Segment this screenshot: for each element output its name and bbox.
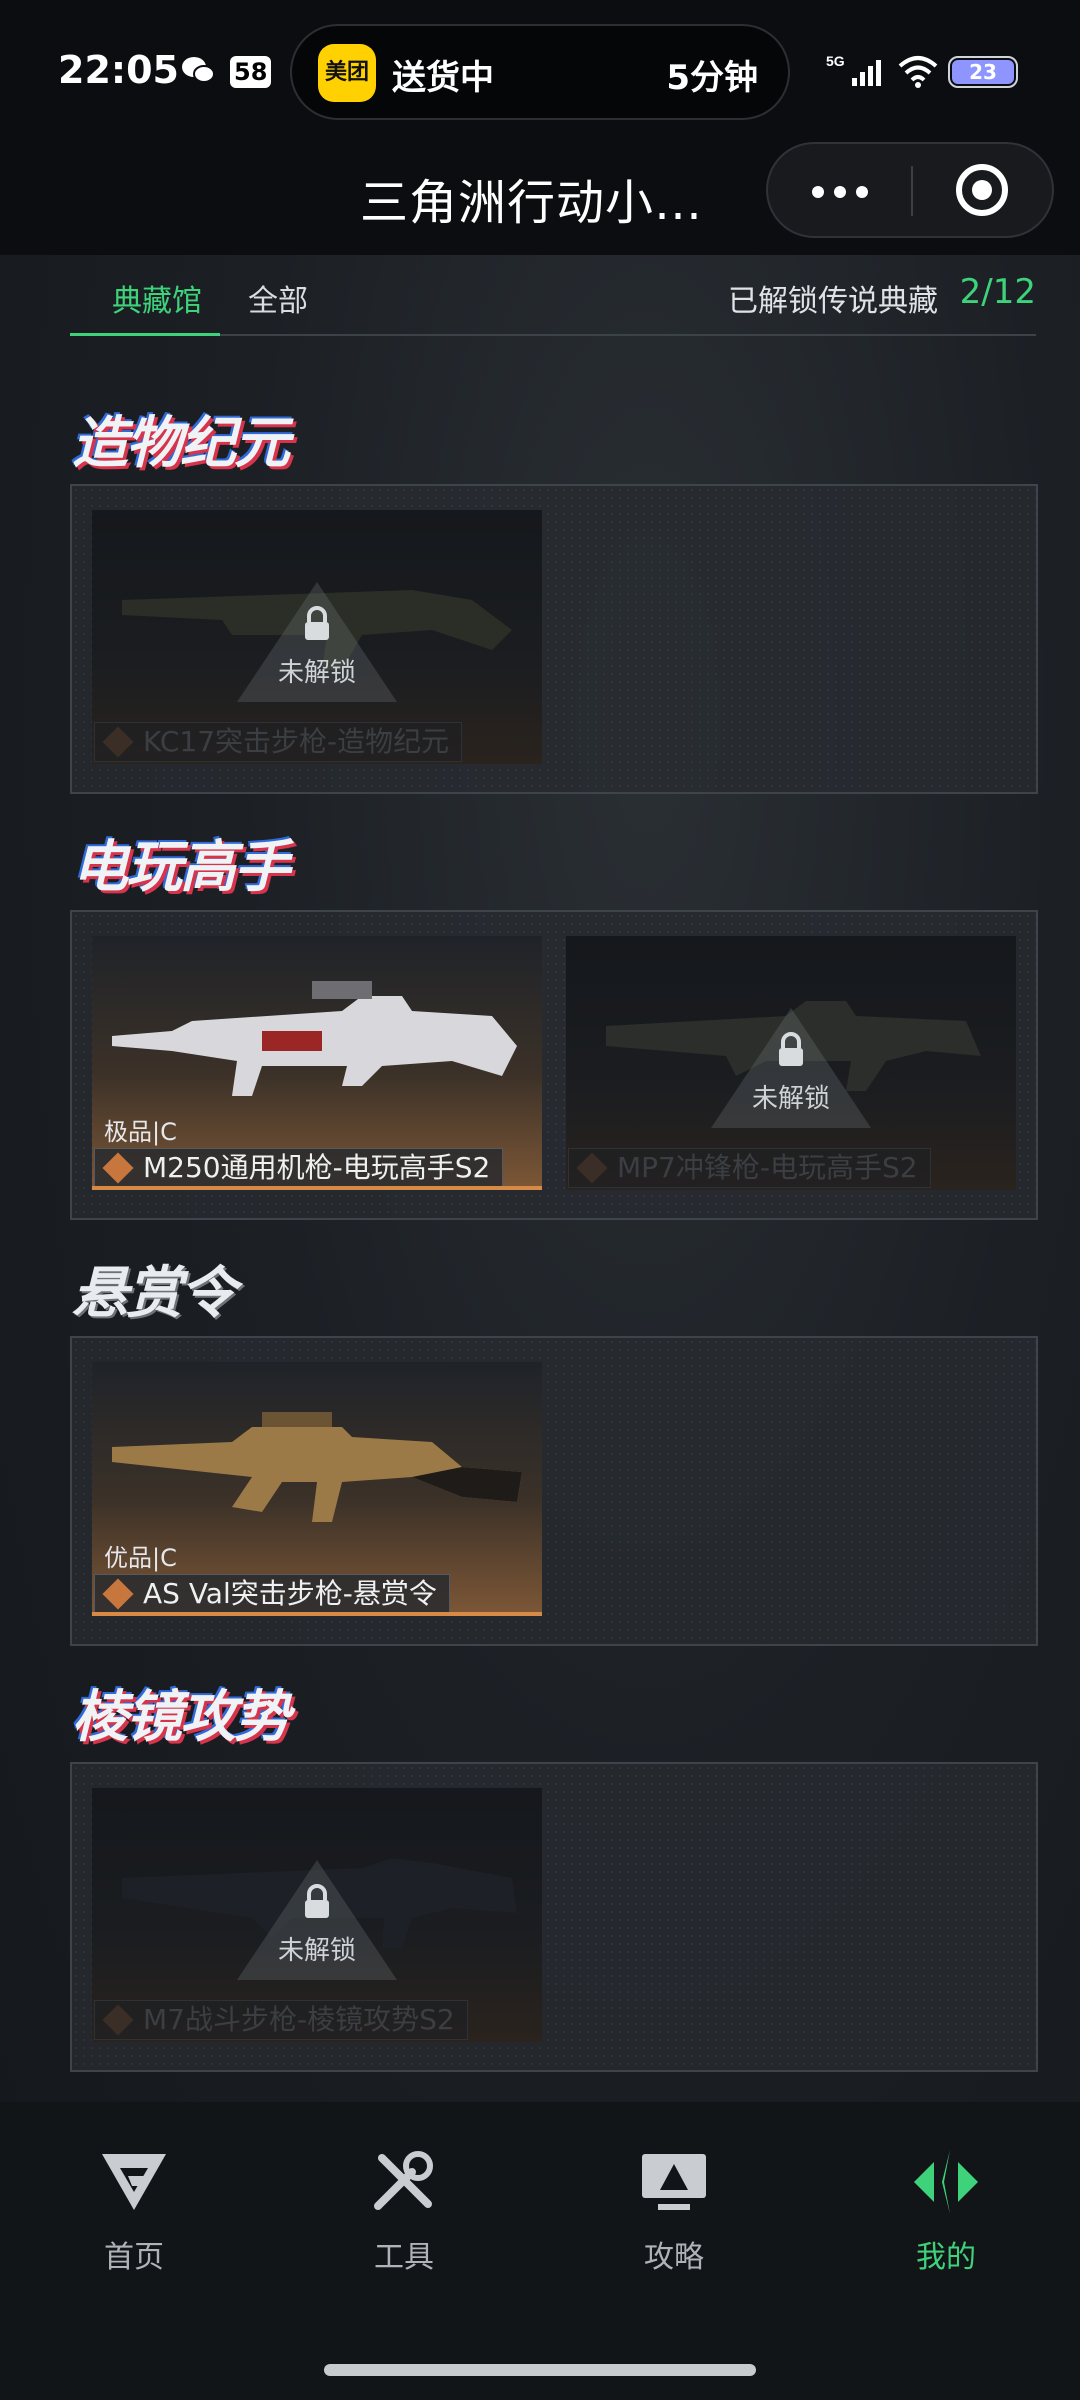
skin-name-tag: M7战斗步枪-棱镜攻势S2 (94, 2000, 468, 2040)
collection-tabs: 典藏馆 全部 已解锁传说典藏 2/12 (70, 256, 1036, 336)
delivery-live-activity[interactable]: 美团 送货中 5分钟 (290, 24, 790, 120)
nav-home-label: 首页 (104, 2240, 164, 2275)
miniprogram-capsule (766, 142, 1054, 238)
section-panel: 未解锁 KC17突击步枪-造物纪元 (70, 484, 1038, 794)
wifi-icon (898, 56, 938, 88)
unlocked-legendary-label: 已解锁传说典藏 (728, 284, 938, 319)
section-logo-prism-offensive: 棱镜攻势 (72, 1685, 290, 1750)
more-dot-icon (834, 186, 846, 198)
locked-label: 未解锁 (277, 1936, 356, 1966)
cellular-signal-icon: 5G (826, 53, 881, 86)
unlocked-legendary-count: 2/12 (959, 272, 1036, 312)
skin-name: MP7冲锋枪-电玩高手S2 (617, 1151, 918, 1184)
nav-mine[interactable]: 我的 (846, 2146, 1046, 2286)
skin-name: AS Val突击步枪-悬赏令 (143, 1577, 437, 1610)
assault-rifle-image (112, 1412, 522, 1522)
nav-tools-label: 工具 (374, 2240, 434, 2275)
skin-name-tag: AS Val突击步枪-悬赏令 (94, 1574, 450, 1612)
skin-card[interactable]: 极品|C M250通用机枪-电玩高手S2 (92, 936, 542, 1190)
lock-icon (305, 1884, 329, 1918)
status-bar: 22:05 58 美团 送货中 5分钟 5G 23 (0, 0, 1080, 145)
section-logo-game-master: 电玩高手 (72, 835, 290, 900)
monitor-icon (642, 2154, 706, 2210)
nav-guides-label: 攻略 (644, 2240, 704, 2275)
home-logo-icon (102, 2154, 166, 2210)
skin-name-tag: M250通用机枪-电玩高手S2 (94, 1148, 504, 1186)
wechat-icon (182, 57, 215, 83)
notification-badge: 58 (230, 56, 272, 88)
active-tab-underline (70, 333, 220, 336)
close-button[interactable] (912, 144, 1052, 236)
locked-label: 未解锁 (751, 1084, 830, 1114)
more-dot-icon (812, 186, 824, 198)
skin-card[interactable]: 未解锁 MP7冲锋枪-电玩高手S2 (566, 936, 1016, 1190)
delivery-status: 送货中 (392, 58, 494, 98)
rarity-diamond-icon (102, 1152, 134, 1184)
section-logo-bounty: 悬赏令 (72, 1261, 236, 1326)
section-panel: 优品|C AS Val突击步枪-悬赏令 (70, 1336, 1038, 1646)
bottom-nav: 首页 工具 攻略 我的 (0, 2102, 1080, 2400)
nav-tools[interactable]: 工具 (304, 2146, 504, 2286)
rarity-diamond-icon (102, 2004, 134, 2036)
section-logo-creation-era: 造物纪元 (72, 411, 290, 476)
section-panel: 未解锁 M7战斗步枪-棱镜攻势S2 (70, 1762, 1038, 2072)
close-dot-icon (972, 180, 992, 200)
skin-card[interactable]: 未解锁 KC17突击步枪-造物纪元 (92, 510, 542, 764)
machine-gun-image (112, 981, 517, 1096)
nav-guides[interactable]: 攻略 (574, 2146, 774, 2286)
rarity-label: 极品|C (104, 1118, 177, 1146)
home-indicator[interactable] (324, 2364, 756, 2376)
more-dot-icon (856, 186, 868, 198)
profile-icon (914, 2150, 978, 2214)
rarity-diamond-icon (102, 726, 134, 758)
page-title: 三角洲行动小… (360, 175, 704, 231)
skin-card[interactable]: 未解锁 M7战斗步枪-棱镜攻势S2 (92, 1788, 542, 2042)
skin-name: M7战斗步枪-棱镜攻势S2 (143, 2003, 455, 2036)
lock-icon (305, 606, 329, 640)
battery-level: 23 (952, 60, 1014, 84)
rarity-diamond-icon (576, 1152, 608, 1184)
battery-indicator: 23 (948, 56, 1018, 88)
network-type-label: 5G (826, 53, 845, 69)
locked-label: 未解锁 (277, 658, 356, 688)
skin-name: KC17突击步枪-造物纪元 (143, 725, 450, 758)
rarity-label: 优品|C (104, 1544, 177, 1572)
skin-name-tag: KC17突击步枪-造物纪元 (94, 722, 463, 762)
delivery-eta: 5分钟 (666, 58, 758, 98)
nav-mine-label: 我的 (916, 2240, 976, 2275)
meituan-logo: 美团 (318, 44, 376, 102)
app-page: 22:05 58 美团 送货中 5分钟 5G 23 三角洲行动小… 典藏馆 全部… (0, 0, 1080, 2400)
lock-icon (779, 1032, 803, 1066)
tools-icon (374, 2151, 433, 2210)
rarity-diamond-icon (102, 1578, 134, 1610)
section-panel: 极品|C M250通用机枪-电玩高手S2 未解锁 MP7冲锋枪-电玩高手S2 (70, 910, 1038, 1220)
tab-collection[interactable]: 典藏馆 (112, 276, 202, 320)
tab-all[interactable]: 全部 (248, 276, 308, 320)
nav-home[interactable]: 首页 (34, 2146, 234, 2286)
skin-name-tag: MP7冲锋枪-电玩高手S2 (568, 1148, 931, 1188)
clock: 22:05 (58, 48, 179, 92)
skin-card[interactable]: 优品|C AS Val突击步枪-悬赏令 (92, 1362, 542, 1616)
more-button[interactable] (768, 144, 912, 236)
skin-name: M250通用机枪-电玩高手S2 (143, 1151, 491, 1184)
